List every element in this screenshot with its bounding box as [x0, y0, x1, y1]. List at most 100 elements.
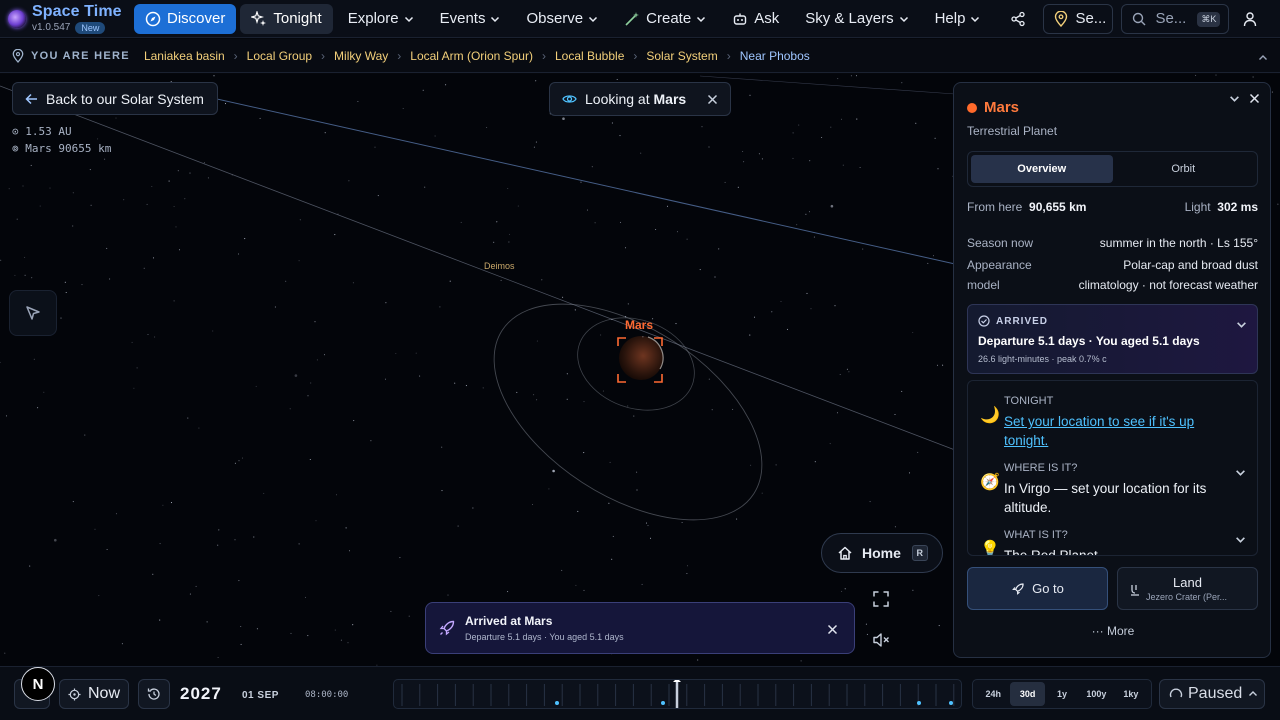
events-menu[interactable]: Events [429, 4, 512, 34]
brand[interactable]: Space Time v1.0.547 New [0, 0, 128, 38]
close-panel-button[interactable] [1249, 93, 1260, 104]
panel-tabs: Overview Orbit [967, 151, 1258, 187]
clear-target-button[interactable] [707, 92, 718, 108]
search-input[interactable]: Se... ⌘K [1121, 3, 1230, 34]
from-here-value: 90,655 km [1029, 200, 1087, 214]
check-circle-icon [978, 315, 990, 327]
land-button[interactable]: Land Jezero Crater (Per... [1117, 567, 1258, 610]
observe-menu[interactable]: Observe [515, 4, 609, 34]
back-to-solar-system-button[interactable]: Back to our Solar System [12, 82, 218, 115]
timeline-scrubber[interactable] [393, 679, 962, 709]
distance-row: From here 90,655 km Light 302 ms [967, 200, 1258, 214]
sparkle-icon [251, 10, 267, 27]
breadcrumb-item[interactable]: Milky Way [334, 49, 388, 63]
eye-icon [562, 95, 577, 103]
chevron-right-icon: › [633, 48, 638, 63]
model-row: model climatology · not forecast weather [967, 278, 1258, 292]
planet-color-dot [967, 102, 977, 113]
go-to-button[interactable]: Go to [967, 567, 1108, 610]
appearance-value: Polar-cap and broad dust [1123, 258, 1258, 272]
search-icon [1133, 12, 1146, 25]
current-time[interactable]: 08:00:00 [305, 690, 348, 700]
mute-button[interactable] [872, 632, 890, 653]
toast-subtitle: Departure 5.1 days · You aged 5.1 days [465, 632, 624, 642]
space-time-logo-icon [8, 9, 26, 28]
lightbulb-icon: 💡 [980, 541, 1000, 556]
discover-button[interactable]: Discover [134, 3, 237, 34]
dismiss-toast-button[interactable] [827, 622, 838, 640]
deimos-label[interactable]: Deimos [484, 261, 515, 271]
n-badge[interactable]: N [21, 667, 55, 701]
home-button[interactable]: Home R [821, 533, 943, 573]
chevron-down-icon [697, 16, 706, 22]
tonight-button[interactable]: Tonight [240, 3, 333, 34]
fact-where[interactable]: 🧭 WHERE IS IT? In Virgo — set your locat… [980, 462, 1250, 522]
pointer-tool-button[interactable] [9, 290, 57, 336]
range-30d[interactable]: 30d [1010, 682, 1045, 706]
current-date[interactable]: 01 SEP [242, 690, 279, 701]
close-icon [1249, 93, 1260, 104]
tab-overview[interactable]: Overview [971, 155, 1113, 183]
create-menu[interactable]: Create [613, 4, 717, 34]
collapse-breadcrumb-button[interactable] [1258, 50, 1268, 68]
chevron-right-icon: › [541, 48, 546, 63]
close-icon [827, 624, 838, 635]
help-menu[interactable]: Help [924, 4, 992, 34]
mars-label[interactable]: Mars [625, 318, 653, 332]
season-row: Season now summer in the north · Ls 155° [967, 236, 1258, 250]
expand-fact-button[interactable] [1235, 465, 1246, 483]
now-button[interactable]: Now [59, 679, 129, 709]
rocket-icon [438, 619, 456, 642]
user-account-button[interactable] [1235, 4, 1265, 34]
ask-button[interactable]: Ask [721, 4, 790, 34]
set-location-link[interactable]: Set your location to see if it's up toni… [1004, 412, 1224, 450]
fullscreen-button[interactable] [872, 590, 890, 613]
target-icon: ⊙ [12, 125, 26, 138]
arrival-toast: Arrived at Mars Departure 5.1 days · You… [425, 602, 855, 654]
location-button[interactable]: Se... [1043, 3, 1114, 34]
timeline-ticks [401, 680, 955, 708]
fact-what[interactable]: 💡 WHAT IS IT? The Red Planet. [980, 529, 1250, 556]
breadcrumb-item[interactable]: Local Bubble [555, 49, 624, 63]
map-pin-icon [1055, 10, 1068, 27]
range-1y[interactable]: 1y [1045, 682, 1079, 706]
tab-orbit[interactable]: Orbit [1113, 155, 1255, 183]
chevron-down-icon [1236, 470, 1245, 476]
chevron-down-icon [1230, 96, 1239, 102]
sky-layers-menu[interactable]: Sky & Layers [794, 4, 919, 34]
looking-at-chip: Looking at Mars [549, 82, 731, 116]
breadcrumb-item[interactable]: Laniakea basin [144, 49, 225, 63]
current-year[interactable]: 2027 [180, 684, 222, 704]
history-button[interactable] [138, 679, 170, 709]
expand-fact-button[interactable] [1235, 532, 1246, 550]
range-100y[interactable]: 100y [1079, 682, 1113, 706]
chevron-up-icon [1259, 55, 1267, 60]
distance-readout-target: ⊚ Mars 90655 km [12, 142, 112, 155]
robot-icon [732, 11, 748, 27]
playback-state-button[interactable]: Paused [1159, 679, 1265, 709]
top-navigation-bar: Space Time v1.0.547 New Discover Tonight … [0, 0, 1280, 38]
landing-site: Jezero Crater (Per... [1146, 592, 1228, 602]
breadcrumb-item-current[interactable]: Near Phobos [740, 49, 810, 63]
breadcrumb-item[interactable]: Solar System [646, 49, 717, 63]
arrived-card[interactable]: ARRIVED Departure 5.1 days · You aged 5.… [967, 304, 1258, 374]
home-shortcut: R [911, 545, 928, 561]
breadcrumb-item[interactable]: Local Group [247, 49, 312, 63]
user-icon [1244, 11, 1257, 26]
new-badge: New [75, 21, 106, 34]
breadcrumb-item[interactable]: Local Arm (Orion Spur) [410, 49, 533, 63]
timeline-bar: N Now 2027 01 SEP 08:00:00 24h 30d 1y 10… [0, 666, 1280, 720]
more-button[interactable]: ··· More [954, 624, 1270, 638]
pause-spinner-icon [1169, 688, 1183, 698]
range-1ky[interactable]: 1ky [1114, 682, 1148, 706]
arrived-tag: ARRIVED [978, 315, 1048, 327]
chevron-down-icon [971, 16, 980, 22]
chevron-down-icon [1236, 537, 1245, 543]
compass-icon [145, 11, 161, 27]
share-button[interactable] [1003, 4, 1033, 34]
expand-arrived-button[interactable] [1236, 317, 1247, 335]
collapse-panel-button[interactable] [1229, 93, 1240, 104]
chevron-down-icon [404, 16, 413, 22]
range-24h[interactable]: 24h [976, 682, 1010, 706]
explore-menu[interactable]: Explore [337, 4, 425, 34]
